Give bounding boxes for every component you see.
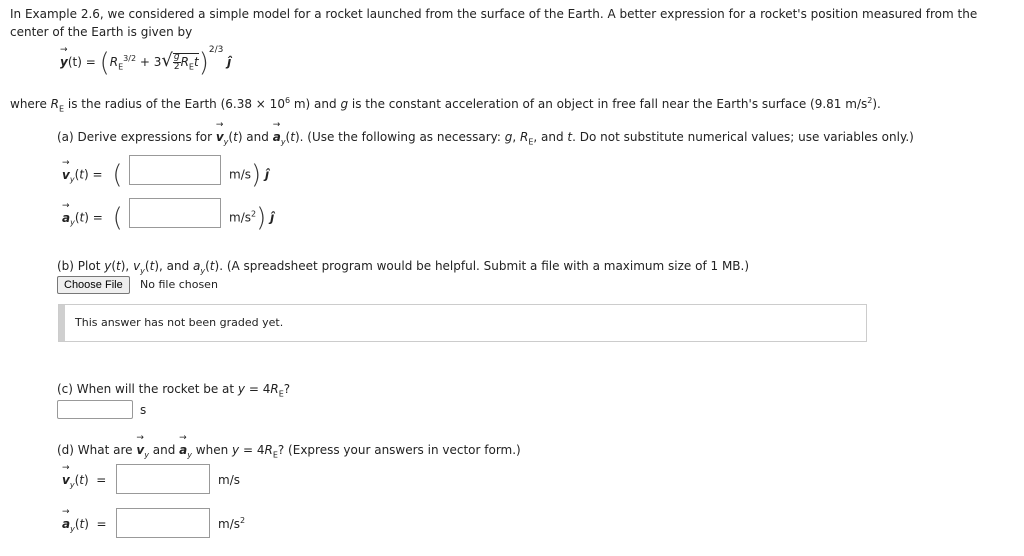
- part-d-v-unit: m/s: [218, 473, 240, 487]
- equation-lhs-rest: (t) =: [67, 55, 96, 69]
- choose-file-button[interactable]: Choose File: [57, 276, 130, 294]
- g-over-2-fraction: g2: [172, 52, 181, 72]
- outer-exponent: 2/3: [208, 45, 224, 55]
- open-paren: (: [99, 47, 110, 78]
- graded-notice: This answer has not been graded yet.: [58, 304, 867, 342]
- part-d-v-label: vy(t) =: [62, 463, 106, 489]
- part-a-prompt: (a) Derive expressions for vy(t) and ay(…: [57, 120, 914, 146]
- sqrt-symbol: √: [161, 50, 173, 71]
- part-c-unit: s: [140, 403, 147, 417]
- part-a-v-label: vy(t) = (: [62, 158, 123, 189]
- part-d-a-input[interactable]: [116, 508, 210, 538]
- part-d-prompt: (d) What are vy and ay when y = 4RE? (Ex…: [57, 433, 521, 459]
- part-a-v-input[interactable]: [129, 155, 221, 185]
- part-a-v-unit: m/s) ĵ: [229, 160, 270, 190]
- equation-base-sub: E: [118, 62, 124, 72]
- graded-notice-bar: [59, 305, 65, 341]
- part-b-prompt: (b) Plot y(t), vy(t), and ay(t). (A spre…: [57, 259, 750, 276]
- close-paren: ): [198, 47, 209, 78]
- part-d-a-label: ay(t) =: [62, 507, 107, 533]
- file-status: No file chosen: [140, 278, 218, 291]
- equation-base-sup: 3/2: [123, 54, 137, 63]
- part-c-prompt: (c) When will the rocket be at y = 4RE?: [57, 382, 291, 399]
- intro-text: In Example 2.6, we considered a simple m…: [10, 7, 978, 39]
- where-line: where RE is the radius of the Earth (6.3…: [10, 96, 881, 114]
- position-equation: y(t) = (RE3/2 + 3√g2REt)2/3 ĵ: [60, 45, 232, 78]
- y-vector-symbol: y: [60, 45, 68, 69]
- part-a-a-input[interactable]: [129, 198, 221, 228]
- equation-plus: + 3: [139, 55, 162, 69]
- part-c-input[interactable]: [57, 400, 133, 419]
- equation-base: R: [109, 55, 119, 69]
- part-a-a-label: ay(t) = (: [62, 201, 123, 232]
- part-d-v-input[interactable]: [116, 464, 210, 494]
- part-a-a-unit: m/s2) ĵ: [229, 203, 275, 233]
- part-d-a-unit: m/s2: [218, 516, 246, 532]
- radicand: g 2 REt: [172, 52, 199, 72]
- unit-vector-j: ĵ: [227, 55, 232, 69]
- graded-message: This answer has not been graded yet.: [75, 316, 284, 329]
